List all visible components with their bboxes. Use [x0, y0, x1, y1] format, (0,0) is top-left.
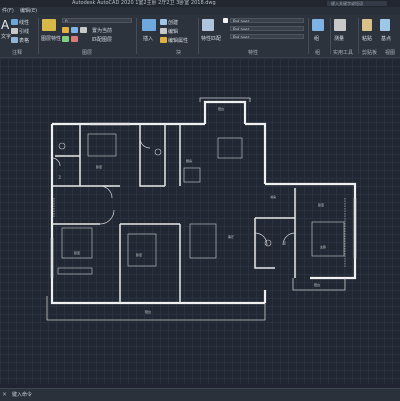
- bed-middle: [127, 233, 157, 267]
- layer-lock-icon[interactable]: [80, 27, 87, 33]
- linetype-dropdown[interactable]: ByLayer: [230, 26, 304, 31]
- leader-button-label[interactable]: 引线: [19, 28, 29, 35]
- title-bar: Autodesk AutoCAD 2020 1室2主卧 2厅2卫 3卧室 201…: [0, 0, 400, 7]
- leader-icon[interactable]: [11, 28, 18, 34]
- close-icon[interactable]: ×: [2, 391, 7, 398]
- door-swings: [51, 137, 296, 246]
- layer-properties-label[interactable]: 图层特性: [41, 35, 61, 42]
- room-labels: 卧室 卫 厨房 客厅 阳台 卧室 卧室 卫 书房 卧室 主卧 阳台 阳台: [58, 106, 326, 314]
- create-label[interactable]: 创建: [168, 19, 178, 26]
- panel-label-layers[interactable]: 图层: [82, 49, 92, 56]
- bed-top-left: [87, 133, 117, 157]
- dining-table: [217, 137, 243, 159]
- edit-label[interactable]: 编辑: [168, 28, 178, 35]
- insert-label[interactable]: 插入: [143, 35, 153, 42]
- command-line[interactable]: × 键入命令: [0, 388, 400, 401]
- layer-off-icon[interactable]: [71, 36, 78, 42]
- bed-master: [311, 221, 345, 257]
- base-label[interactable]: 基点: [381, 35, 391, 42]
- kitchen-counter: [183, 167, 201, 183]
- panel-separator: [198, 18, 199, 54]
- text-tool-icon[interactable]: A: [1, 18, 9, 32]
- panel-label-group[interactable]: 组: [315, 49, 320, 56]
- color-dropdown[interactable]: ByLayer: [230, 18, 304, 23]
- room-label: 卫: [283, 241, 286, 245]
- room-label: 主卧: [320, 244, 326, 249]
- room-label: 卧室: [318, 202, 324, 207]
- create-block-icon[interactable]: [160, 19, 167, 25]
- measure-label[interactable]: 测量: [334, 35, 344, 42]
- linear-dim-icon[interactable]: [11, 19, 18, 25]
- outer-walls: [50, 100, 357, 305]
- menu-item-edit[interactable]: 编辑(E): [20, 7, 37, 15]
- interior-walls: [52, 124, 296, 303]
- base-view-icon[interactable]: [380, 19, 390, 31]
- menu-bar: 件(F) 编辑(E): [0, 7, 400, 15]
- room-label: 书房: [270, 194, 276, 199]
- layer-properties-icon[interactable]: [42, 19, 56, 31]
- edit-attributes-icon[interactable]: [160, 37, 167, 43]
- room-label: 卧室: [74, 250, 80, 255]
- room-label: 卧室: [136, 252, 142, 257]
- toilet-c: [264, 239, 272, 247]
- group-icon[interactable]: [312, 19, 324, 31]
- layer-dropdown[interactable]: 0: [62, 18, 132, 23]
- paste-icon[interactable]: [362, 19, 372, 31]
- room-label: 客厅: [228, 234, 234, 239]
- toilet-b: [154, 148, 162, 156]
- panel-label-block[interactable]: 块: [176, 49, 181, 56]
- panel-separator: [38, 18, 39, 54]
- ribbon: A 文字 线性 引线 表格 注释 图层特性 0 置为当前 匹配图层 图层 插入 …: [0, 15, 400, 58]
- group-label[interactable]: 组: [314, 35, 319, 42]
- search-placeholder: 键入关键字或短语: [331, 1, 363, 6]
- panel-label-view[interactable]: 视图: [385, 49, 395, 56]
- toilet-a: [58, 142, 66, 150]
- furniture: [53, 133, 346, 275]
- linear-button-label[interactable]: 线性: [19, 19, 29, 26]
- sofa-set: [189, 223, 217, 259]
- measure-icon[interactable]: [334, 19, 346, 31]
- drawing-canvas[interactable]: 卧室 卫 厨房 客厅 阳台 卧室 卧室 卫 书房 卧室 主卧 阳台 阳台: [0, 58, 400, 384]
- table-button-label[interactable]: 表格: [19, 37, 29, 44]
- layer-state-icon[interactable]: [62, 27, 69, 33]
- room-label: 阳台: [218, 106, 224, 111]
- menu-item-file[interactable]: 件(F): [2, 7, 14, 15]
- match-properties-icon[interactable]: [202, 19, 214, 31]
- room-label: 阳台: [145, 309, 151, 314]
- balcony-outlines: [46, 97, 346, 321]
- paste-label[interactable]: 粘贴: [362, 35, 372, 42]
- panel-label-properties[interactable]: 特性: [248, 49, 258, 56]
- command-prompt[interactable]: 键入命令: [12, 391, 32, 398]
- panel-separator: [136, 18, 137, 54]
- text-button-label[interactable]: 文字: [1, 33, 11, 40]
- layer-freeze-icon[interactable]: [71, 27, 78, 33]
- window-title: Autodesk AutoCAD 2020 1室2主卧 2厅2卫 3卧室 201…: [72, 0, 216, 6]
- floor-plan: 卧室 卫 厨房 客厅 阳台 卧室 卧室 卫 书房 卧室 主卧 阳台 阳台: [46, 97, 357, 321]
- room-label: 卧室: [96, 164, 102, 169]
- match-properties-label[interactable]: 特性匹配: [201, 35, 221, 42]
- wardrobe: [57, 267, 93, 275]
- room-label: 厨房: [186, 158, 192, 163]
- room-label: 卫: [58, 175, 61, 179]
- search-box[interactable]: 键入关键字或短语: [327, 1, 387, 6]
- color-swatch-icon[interactable]: [223, 18, 228, 23]
- lineweight-dropdown[interactable]: ByLayer: [230, 34, 304, 39]
- panel-label-utilities[interactable]: 实用工具: [333, 49, 353, 56]
- make-current-label[interactable]: 置为当前: [92, 27, 112, 34]
- panel-separator: [308, 18, 309, 54]
- edit-attributes-label[interactable]: 编辑属性: [168, 37, 188, 44]
- panel-label-annotation[interactable]: 注释: [12, 49, 22, 56]
- panel-separator: [358, 18, 359, 54]
- insert-block-icon[interactable]: [142, 19, 156, 31]
- match-layer-label[interactable]: 匹配图层: [92, 36, 112, 43]
- layer-isolate-icon[interactable]: [62, 36, 69, 42]
- windows: [50, 122, 357, 278]
- edit-block-icon[interactable]: [160, 28, 167, 34]
- panel-separator: [330, 18, 331, 54]
- panel-label-clipboard[interactable]: 剪贴板: [362, 49, 377, 56]
- table-icon[interactable]: [11, 37, 18, 43]
- room-label: 阳台: [314, 282, 320, 287]
